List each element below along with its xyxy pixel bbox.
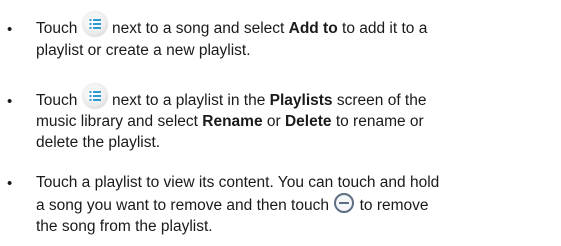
text-run: the song from the playlist.	[36, 218, 213, 235]
text-run: to rename or	[331, 113, 424, 130]
emphasis-add-to: Add to	[288, 20, 338, 37]
text-run: Touch	[36, 92, 82, 109]
text-run: Touch a playlist to view its content. Yo…	[36, 174, 440, 191]
emphasis-playlists: Playlists	[269, 92, 333, 109]
menu-list-icon	[81, 83, 108, 109]
bullet-marker: •	[7, 93, 13, 110]
emphasis-rename: Rename	[202, 113, 263, 130]
text-line: Touch next to a song and select Add to t…	[36, 11, 428, 40]
text-line: the song from the playlist.	[36, 216, 213, 238]
text-run: Touch	[36, 20, 82, 37]
text-line: Touch a playlist to view its content. Yo…	[36, 172, 439, 194]
emphasis-delete: Delete	[284, 113, 332, 130]
text-run: a song you want to remove and then touch	[36, 197, 334, 214]
text-run: music library and select	[36, 113, 203, 130]
text-run: screen of the	[332, 92, 427, 109]
remove-circle-icon	[333, 192, 355, 214]
bullet-marker: •	[7, 175, 13, 192]
text-run: playlist or create a new playlist.	[36, 42, 251, 59]
text-run: next to a playlist in the	[107, 92, 270, 109]
text-run: or	[262, 113, 285, 130]
text-line: a song you want to remove and then touch…	[36, 192, 429, 217]
text-line: Touch next to a playlist in the Playlist…	[36, 83, 427, 112]
help-document: • Touch next to a song and select Add to…	[0, 0, 561, 246]
text-run: delete the playlist.	[36, 134, 161, 151]
text-run: next to a song and select	[107, 20, 289, 37]
text-line: delete the playlist.	[36, 132, 160, 154]
text-line: music library and select Rename or Delet…	[36, 111, 424, 133]
text-run: to remove	[355, 197, 429, 214]
bullet-marker: •	[7, 21, 13, 38]
text-line: playlist or create a new playlist.	[36, 40, 251, 62]
text-run: to add it to a	[337, 20, 428, 37]
menu-list-icon	[81, 11, 108, 37]
